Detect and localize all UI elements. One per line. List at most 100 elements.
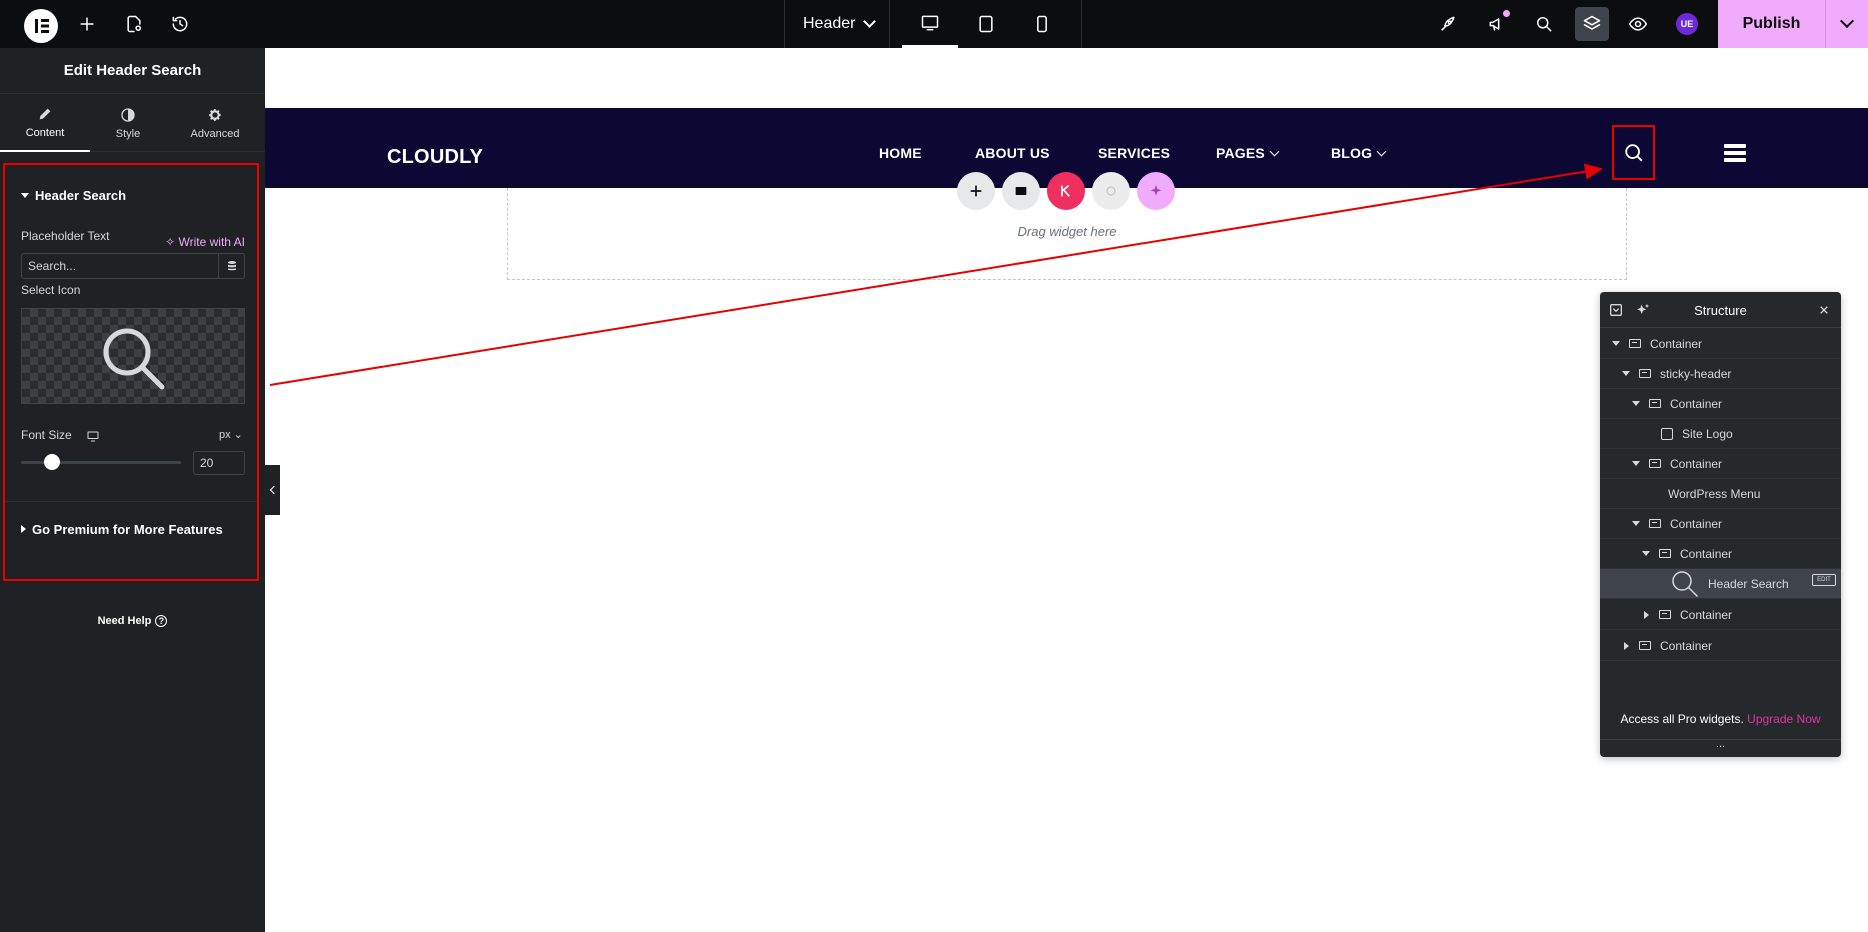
top-bar: Header UE Publish	[0, 0, 1868, 48]
need-help-link[interactable]: Need Help?	[0, 615, 265, 627]
notification-dot	[1503, 10, 1510, 17]
site-logo[interactable]: CLOUDLY	[387, 146, 483, 169]
search-icon[interactable]	[1532, 12, 1556, 36]
chevron-down-icon	[1269, 146, 1280, 157]
nav-item-services[interactable]: SERVICES	[1098, 145, 1170, 161]
structure-item[interactable]: Container	[1600, 539, 1841, 569]
chevron-down-icon	[1839, 13, 1855, 29]
structure-item-label: Header Search	[1708, 576, 1789, 591]
tab-label: Style	[115, 127, 141, 140]
caret-down-icon	[1642, 551, 1650, 556]
structure-item-selected[interactable]: Header Search	[1600, 569, 1841, 599]
structure-item-label: Container	[1680, 546, 1733, 561]
structure-header: Structure	[1600, 292, 1841, 328]
history-icon[interactable]	[168, 12, 192, 36]
write-with-ai-button[interactable]: ✧ Write with AI	[165, 235, 245, 249]
close-icon[interactable]	[1816, 302, 1832, 318]
structure-item[interactable]: Container	[1600, 631, 1841, 661]
placeholder-value: Search...	[28, 259, 77, 273]
nav-item-pages[interactable]: PAGES	[1216, 145, 1280, 161]
ai-sparkle-icon[interactable]	[1137, 172, 1175, 210]
collapse-all-icon[interactable]	[1608, 302, 1624, 318]
controls-highlight: Header Search Placeholder Text ✧ Write w…	[3, 163, 259, 581]
half-circle-icon	[121, 107, 135, 122]
avatar[interactable]: UE	[1676, 13, 1698, 35]
desktop-icon[interactable]	[902, 0, 958, 48]
image-icon	[1661, 427, 1673, 440]
container-icon	[1639, 641, 1651, 650]
tab-style[interactable]: Style	[83, 94, 173, 152]
nav-item-home[interactable]: HOME	[879, 145, 922, 161]
section-header-search[interactable]: Header Search	[21, 188, 126, 203]
structure-item-label: Container	[1650, 336, 1703, 351]
plus-icon[interactable]	[75, 12, 99, 36]
chevron-down-icon	[1376, 146, 1387, 157]
structure-item-label: Container	[1670, 396, 1723, 411]
caret-down-icon	[1612, 341, 1620, 346]
container-icon	[1649, 519, 1661, 528]
ai-sparkle-icon[interactable]	[1635, 302, 1651, 318]
structure-item-label: Container	[1660, 638, 1713, 653]
page-settings-icon[interactable]	[122, 12, 146, 36]
unit-selector[interactable]: px ⌄	[219, 428, 243, 441]
nav-item-about[interactable]: ABOUT US	[975, 145, 1050, 161]
layers-icon[interactable]	[1580, 12, 1604, 36]
nav-label: BLOG	[1331, 145, 1373, 161]
structure-item-label: WordPress Menu	[1668, 486, 1761, 501]
container-icon	[1659, 610, 1671, 619]
structure-item[interactable]: WordPress Menu	[1600, 479, 1841, 509]
structure-item-label: Container	[1670, 456, 1723, 471]
publish-button[interactable]: Publish	[1718, 0, 1826, 48]
gear-icon	[209, 108, 221, 121]
structure-item[interactable]: Container	[1600, 389, 1841, 419]
search-icon	[1624, 143, 1642, 161]
icon-picker[interactable]	[21, 308, 245, 404]
divider	[5, 501, 257, 502]
eye-icon[interactable]	[1626, 12, 1650, 36]
pro-upsell: Access all Pro widgets. Upgrade Now	[1600, 712, 1841, 726]
tablet-icon[interactable]	[958, 0, 1014, 48]
plugin-icon[interactable]	[1092, 172, 1130, 210]
nav-item-blog[interactable]: BLOG	[1331, 145, 1387, 161]
section-go-premium[interactable]: Go Premium for More Features	[21, 522, 223, 537]
placeholder-input[interactable]: Search...	[21, 253, 245, 279]
database-icon[interactable]	[218, 254, 244, 278]
caret-down-icon	[21, 193, 29, 198]
tab-label: Advanced	[190, 127, 240, 140]
structure-item[interactable]: Container	[1600, 600, 1841, 630]
elementor-logo-icon[interactable]	[24, 9, 58, 43]
panel-title: Edit Header Search	[0, 48, 265, 94]
template-kit-icon[interactable]	[1047, 172, 1085, 210]
caret-down-icon	[1632, 521, 1640, 526]
folder-icon[interactable]	[1002, 172, 1040, 210]
upgrade-now-link[interactable]: Upgrade Now	[1747, 712, 1820, 726]
structure-item[interactable]: sticky-header	[1600, 359, 1841, 389]
publish-options-button[interactable]	[1826, 0, 1868, 48]
tab-content[interactable]: Content	[0, 94, 90, 152]
placeholder-label: Placeholder Text	[21, 229, 110, 243]
structure-item-label: Container	[1680, 607, 1733, 622]
pencil-icon	[39, 108, 51, 119]
rocket-icon[interactable]	[1436, 12, 1460, 36]
structure-item[interactable]: Site Logo	[1600, 419, 1841, 449]
header-search-widget[interactable]	[1612, 125, 1655, 180]
mobile-icon[interactable]	[1014, 0, 1070, 48]
font-size-slider-handle[interactable]	[44, 454, 60, 470]
edit-badge[interactable]: EDIT	[1812, 574, 1836, 586]
responsive-desktop-icon[interactable]	[87, 429, 99, 447]
caret-down-icon	[1622, 371, 1630, 376]
add-section-icon[interactable]	[957, 172, 995, 210]
tab-advanced[interactable]: Advanced	[170, 94, 260, 152]
structure-item[interactable]: Container	[1600, 509, 1841, 539]
caret-down-icon	[1632, 401, 1640, 406]
caret-right-icon	[21, 525, 26, 533]
font-size-input[interactable]: 20	[193, 451, 245, 475]
structure-item[interactable]: Container	[1600, 449, 1841, 479]
structure-item-label: Container	[1670, 516, 1723, 531]
hamburger-menu-icon[interactable]	[1724, 144, 1746, 162]
resize-handle[interactable]: ...	[1600, 739, 1841, 757]
structure-item[interactable]: Container	[1600, 329, 1841, 359]
document-switcher[interactable]: Header	[784, 0, 890, 48]
need-help-label: Need Help	[97, 615, 152, 627]
collapse-panel-button[interactable]	[265, 465, 280, 515]
